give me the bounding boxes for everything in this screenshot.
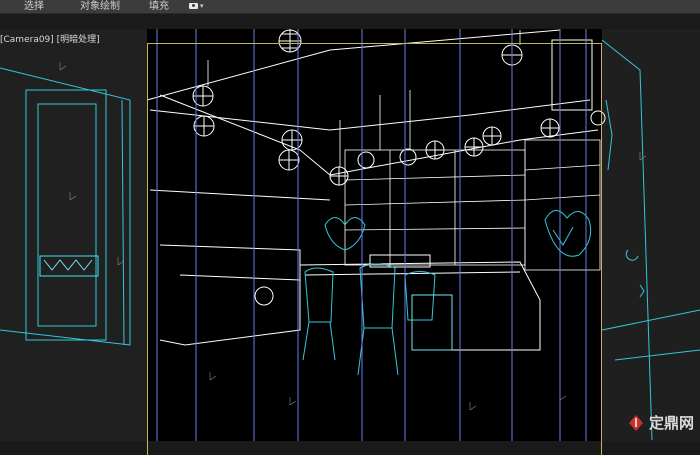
- wireframe-scene: [0, 14, 700, 441]
- pen-nib-icon: [627, 414, 645, 432]
- chevron-down-icon: ▾: [200, 2, 204, 10]
- top-toolbar: 选择 对象绘制 填充 ▾: [0, 0, 700, 14]
- camera-viewport[interactable]: [0, 14, 700, 455]
- display-dropdown[interactable]: ▾: [189, 2, 204, 10]
- toolbar-object-paint[interactable]: 对象绘制: [80, 0, 120, 13]
- toolbar-fill[interactable]: 填充: [149, 0, 169, 13]
- camera-icon: [189, 3, 198, 9]
- viewport-label[interactable]: [Camera09] [明暗处理]: [0, 32, 100, 45]
- toolbar-select[interactable]: 选择: [24, 0, 44, 13]
- watermark-text: 定鼎网: [648, 414, 694, 432]
- watermark: 定鼎网: [627, 412, 694, 433]
